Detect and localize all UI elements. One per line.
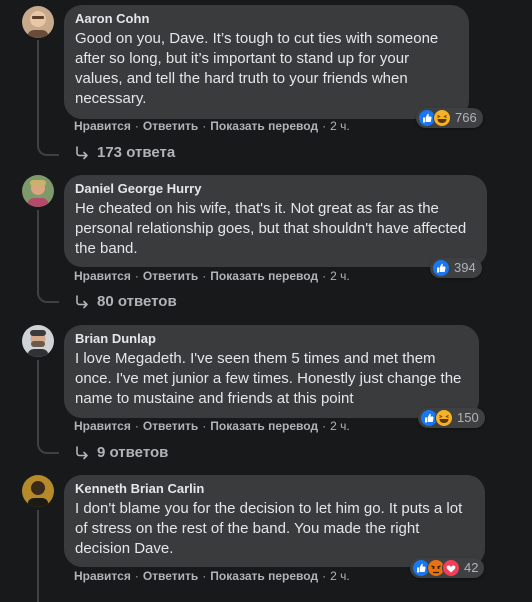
translate-button[interactable]: Показать перевод bbox=[210, 569, 318, 583]
timestamp[interactable]: 2 ч. bbox=[330, 269, 350, 283]
comment-bubble: Brian Dunlap I love Megadeth. I've seen … bbox=[64, 325, 479, 418]
avatar-image bbox=[22, 175, 54, 207]
reply-button[interactable]: Ответить bbox=[143, 269, 198, 283]
reaction-icons bbox=[420, 409, 453, 427]
comment-author[interactable]: Aaron Cohn bbox=[75, 11, 457, 27]
replies-count: 173 ответа bbox=[97, 144, 176, 161]
separator-dot: · bbox=[322, 419, 327, 433]
separator-dot: · bbox=[134, 569, 139, 583]
comment-actions: Нравится · Ответить · Показать перевод · 2 ч. bbox=[74, 118, 350, 134]
comment-actions: Нравится · Ответить · Показать перевод · 2 ч. bbox=[74, 568, 350, 584]
like-button[interactable]: Нравится bbox=[74, 569, 131, 583]
timestamp[interactable]: 2 ч. bbox=[330, 419, 350, 433]
avatar[interactable] bbox=[22, 6, 54, 38]
separator-dot: · bbox=[134, 119, 139, 133]
view-replies-button[interactable]: 9 ответов bbox=[74, 443, 168, 463]
translate-button[interactable]: Показать перевод bbox=[210, 119, 318, 133]
thread-connector bbox=[37, 140, 59, 156]
avatar-image bbox=[22, 325, 54, 357]
separator-dot: · bbox=[322, 119, 327, 133]
comment-text: He cheated on his wife, that's it. Not g… bbox=[75, 200, 467, 257]
separator-dot: · bbox=[134, 269, 139, 283]
avatar-image bbox=[22, 6, 54, 38]
reply-button[interactable]: Ответить bbox=[143, 119, 198, 133]
comment-bubble: Kenneth Brian Carlin I don't blame you f… bbox=[64, 475, 485, 567]
avatar[interactable] bbox=[22, 325, 54, 357]
reply-button[interactable]: Ответить bbox=[143, 419, 198, 433]
thread-line bbox=[37, 40, 39, 140]
translate-button[interactable]: Показать перевод bbox=[210, 419, 318, 433]
reply-arrow-icon bbox=[76, 295, 88, 309]
comment-text: I love Megadeth. I've seen them 5 times … bbox=[75, 350, 462, 407]
reaction-count: 150 bbox=[457, 410, 479, 425]
replies-count: 9 ответов bbox=[97, 444, 169, 461]
comment-actions: Нравится · Ответить · Показать перевод · 2 ч. bbox=[74, 268, 350, 284]
timestamp[interactable]: 2 ч. bbox=[330, 119, 350, 133]
comment-author[interactable]: Brian Dunlap bbox=[75, 331, 467, 347]
separator-dot: · bbox=[134, 419, 139, 433]
like-button[interactable]: Нравится bbox=[74, 119, 131, 133]
translate-button[interactable]: Показать перевод bbox=[210, 269, 318, 283]
separator-dot: · bbox=[202, 269, 207, 283]
reaction-count: 766 bbox=[455, 110, 477, 125]
reply-arrow-icon bbox=[76, 146, 88, 160]
replies-count: 80 ответов bbox=[97, 293, 177, 310]
thread-line bbox=[37, 360, 39, 438]
reaction-summary[interactable]: 42 bbox=[410, 558, 485, 578]
view-replies-button[interactable]: 80 ответов bbox=[74, 292, 177, 312]
reaction-summary[interactable]: 150 bbox=[418, 408, 485, 428]
comment-bubble: Daniel George Hurry He cheated on his wi… bbox=[64, 175, 487, 267]
avatar[interactable] bbox=[22, 175, 54, 207]
haha-icon bbox=[435, 409, 453, 427]
avatar-image bbox=[22, 475, 54, 507]
thread-line bbox=[37, 210, 39, 287]
avatar[interactable] bbox=[22, 475, 54, 507]
timestamp[interactable]: 2 ч. bbox=[330, 569, 350, 583]
separator-dot: · bbox=[202, 569, 207, 583]
reply-button[interactable]: Ответить bbox=[143, 569, 198, 583]
reply-arrow-icon bbox=[76, 446, 88, 460]
separator-dot: · bbox=[322, 569, 327, 583]
comment-bubble: Aaron Cohn Good on you, Dave. It’s tough… bbox=[64, 5, 469, 119]
like-button[interactable]: Нравится bbox=[74, 419, 131, 433]
separator-dot: · bbox=[202, 119, 207, 133]
thread-connector bbox=[37, 438, 59, 454]
reaction-icons bbox=[432, 259, 450, 277]
separator-dot: · bbox=[202, 419, 207, 433]
thread-connector bbox=[37, 287, 59, 303]
reaction-count: 394 bbox=[454, 260, 476, 275]
comment-actions: Нравится · Ответить · Показать перевод · 2 ч. bbox=[74, 418, 350, 434]
love-icon bbox=[442, 559, 460, 577]
separator-dot: · bbox=[322, 269, 327, 283]
reaction-icons bbox=[418, 109, 451, 127]
like-button[interactable]: Нравится bbox=[74, 269, 131, 283]
comment-author[interactable]: Daniel George Hurry bbox=[75, 181, 475, 197]
like-icon bbox=[432, 259, 450, 277]
reaction-summary[interactable]: 766 bbox=[416, 108, 483, 128]
haha-icon bbox=[433, 109, 451, 127]
comment-text: I don't blame you for the decision to le… bbox=[75, 500, 463, 557]
comment-text: Good on you, Dave. It’s tough to cut tie… bbox=[75, 30, 439, 107]
reaction-summary[interactable]: 394 bbox=[430, 258, 482, 278]
thread-line bbox=[37, 510, 39, 602]
comment-author[interactable]: Kenneth Brian Carlin bbox=[75, 481, 473, 497]
reaction-count: 42 bbox=[464, 560, 479, 575]
reaction-icons bbox=[412, 559, 460, 577]
view-replies-button[interactable]: 173 ответа bbox=[74, 143, 175, 163]
